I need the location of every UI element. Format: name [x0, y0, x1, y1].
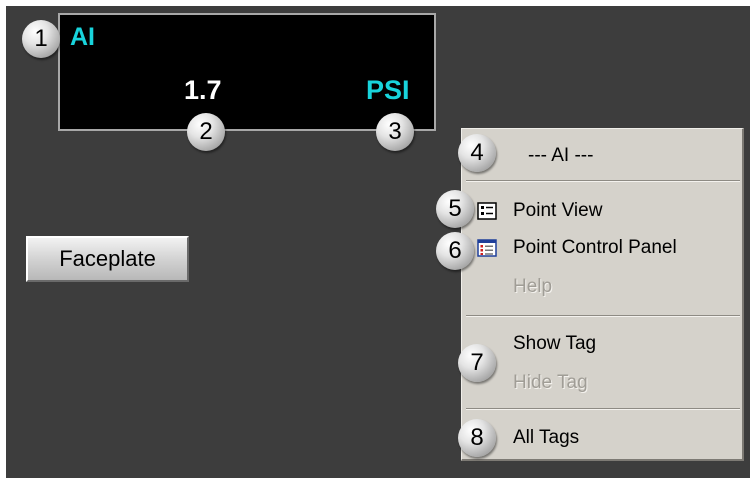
- callout-5: 5: [436, 190, 474, 228]
- callout-6: 6: [436, 232, 474, 270]
- context-menu: --- AI --- Point View Point Control Pane…: [461, 128, 744, 461]
- menu-item-label: Show Tag: [513, 333, 597, 354]
- faceplate-button[interactable]: Faceplate: [26, 236, 189, 282]
- point-view-icon: [477, 202, 497, 220]
- menu-item-point-control-panel[interactable]: Point Control Panel: [462, 231, 742, 265]
- point-control-panel-icon: [477, 239, 497, 257]
- menu-item-label: Help: [513, 276, 553, 297]
- menu-item-label: Point Control Panel: [513, 237, 677, 258]
- menu-item-hide-tag[interactable]: Hide Tag: [462, 366, 742, 400]
- menu-separator: [466, 408, 740, 410]
- engineering-units: PSI: [366, 75, 410, 105]
- callout-1: 1: [22, 20, 60, 58]
- callout-2: 2: [187, 113, 225, 151]
- menu-separator: [466, 180, 740, 182]
- callout-4: 4: [458, 134, 496, 172]
- menu-item-all-tags[interactable]: All Tags: [462, 421, 742, 455]
- callout-8: 8: [458, 419, 496, 457]
- callout-7: 7: [458, 344, 496, 382]
- screen: AI 1.7 PSI Faceplate --- AI --- Point Vi…: [0, 0, 754, 484]
- callout-3: 3: [376, 113, 414, 151]
- ai-display-box[interactable]: AI 1.7 PSI: [58, 13, 436, 131]
- menu-title-label: --- AI ---: [528, 145, 594, 166]
- menu-item-label: Hide Tag: [513, 372, 588, 393]
- menu-title: --- AI ---: [462, 139, 742, 173]
- menu-item-show-tag[interactable]: Show Tag: [462, 327, 742, 361]
- menu-separator: [466, 315, 740, 317]
- menu-item-label: Point View: [513, 200, 603, 221]
- menu-item-help[interactable]: Help: [462, 270, 742, 304]
- menu-item-point-view[interactable]: Point View: [462, 194, 742, 228]
- tag-label: AI: [70, 23, 95, 51]
- process-value: 1.7: [184, 75, 222, 105]
- menu-item-label: All Tags: [513, 427, 580, 448]
